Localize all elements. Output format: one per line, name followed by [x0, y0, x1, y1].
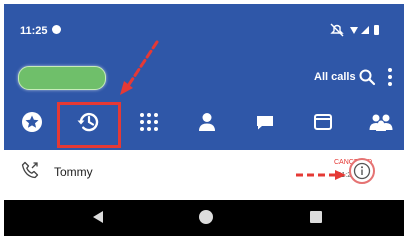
message-icon [257, 116, 273, 130]
status-time: 11:25 [20, 25, 48, 37]
notification-dot-icon [52, 25, 61, 34]
search-icon[interactable] [358, 68, 376, 86]
call-info-button[interactable] [349, 158, 375, 184]
mute-icon [330, 23, 344, 37]
tab-contacts[interactable] [189, 104, 225, 140]
home-icon[interactable] [199, 210, 213, 224]
signal-icon [361, 26, 369, 34]
status-icons [330, 23, 379, 37]
dialpad-icon [140, 113, 158, 131]
back-icon[interactable] [92, 210, 104, 224]
star-icon [22, 112, 42, 132]
wifi-icon [350, 27, 358, 34]
tab-groups[interactable] [363, 104, 399, 140]
group-icon [369, 114, 393, 131]
tab-favorites[interactable] [14, 104, 50, 140]
recents-tab-highlight [57, 102, 121, 148]
info-icon [353, 162, 371, 180]
tab-messages[interactable] [247, 104, 283, 140]
battery-icon [374, 25, 379, 35]
tab-browser[interactable] [305, 104, 341, 140]
caller-name: Tommy [54, 165, 93, 179]
outgoing-call-icon [21, 161, 39, 179]
recent-apps-icon[interactable] [310, 211, 322, 223]
account-chip[interactable] [18, 66, 106, 90]
more-options-icon[interactable] [386, 67, 394, 87]
all-calls-filter[interactable]: All calls [314, 71, 356, 83]
contact-icon [199, 113, 215, 131]
window-icon [314, 114, 332, 130]
tab-dialpad[interactable] [131, 104, 167, 140]
